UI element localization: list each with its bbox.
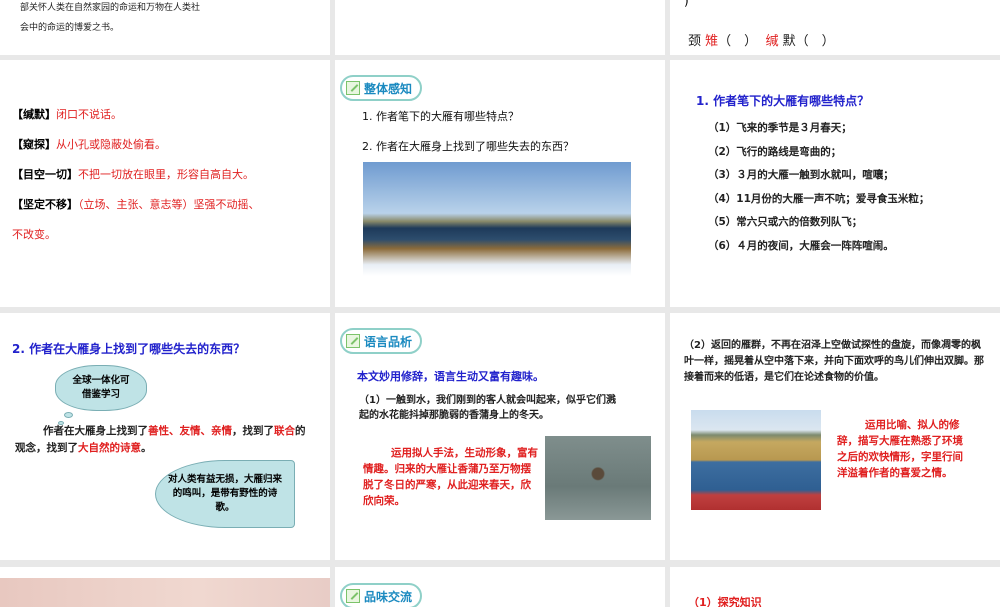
text: 。 xyxy=(141,442,152,454)
vocab-list: 【缄默】闭口不说话。 【窥探】从小孔或隐蔽处偷看。 【目空一切】不把一切放在眼里… xyxy=(12,100,322,250)
feature-list: （1）飞来的季节是３月春天； （2）飞行的路线是弯曲的； （3）３月的大雁一触到… xyxy=(708,117,929,258)
definition-cont: 不改变。 xyxy=(12,228,56,241)
char: 雉 xyxy=(705,34,719,49)
analysis-note: 运用拟人手法，生动形象，富有情趣。归来的大雁让香蒲乃至万物摆脱了冬日的严寒，从此… xyxy=(363,447,538,507)
blank: （ ） xyxy=(718,34,758,49)
char: 默 xyxy=(782,34,796,49)
blank: （ ） xyxy=(795,34,835,49)
section-badge: 语言品析 xyxy=(340,328,423,354)
text-line: 会中的命运的博爱之书。 xyxy=(20,23,120,33)
geese-lake-image xyxy=(691,410,821,510)
word-exercise: 颈 雉（ ） 缄 默（ ） xyxy=(688,30,835,49)
slide-title: 1. 作者笔下的大雁有哪些特点？ xyxy=(696,94,870,108)
paren-text: ) xyxy=(684,0,689,8)
geese-flying-image xyxy=(363,162,631,276)
badge-label: 品味交流 xyxy=(364,589,413,604)
slide-thumbnail[interactable]: 品味交流 xyxy=(335,567,665,607)
definition: 闭口不说话。 xyxy=(56,108,122,121)
section-badge: 品味交流 xyxy=(340,583,423,607)
quote-text: （2）返回的雁群，不再在沼泽上空做试探性的盘旋，而像凋零的枫叶一样，摇晃着从空中… xyxy=(684,340,984,383)
definition: 从小孔或隐蔽处偷看。 xyxy=(56,138,166,151)
section-badge: 整体感知 xyxy=(340,75,423,101)
slide-title: 2. 作者在大雁身上找到了哪些失去的东西？ xyxy=(12,342,246,356)
highlight: 善性、友情、亲情 xyxy=(148,425,232,437)
intro-text: 本文妙用修辞，语言生动又富有趣味。 xyxy=(357,370,544,383)
slide-thumbnail[interactable]: 部关怀人类在自然家园的命运和万物在人类社 会中的命运的博爱之书。 xyxy=(0,0,330,55)
highlight: 联合 xyxy=(274,425,295,437)
term: 【窥探】 xyxy=(12,138,56,151)
slide-thumbnail[interactable]: 1. 作者笔下的大雁有哪些特点？ （1）飞来的季节是３月春天； （2）飞行的路线… xyxy=(670,60,1000,307)
definition: 不把一切放在眼里，形容自高自大。 xyxy=(78,168,254,181)
answer-paragraph: 作者在大雁身上找到了善性、友情、亲情，找到了联合的观念，找到了大自然的诗意。 xyxy=(15,423,315,457)
text: 作者在大雁身上找到了 xyxy=(43,425,148,437)
cloud-dot xyxy=(64,412,73,418)
vocab-item: 【窥探】从小孔或隐蔽处偷看。 xyxy=(12,130,322,160)
slide-thumbnail[interactable]: 整体感知 1. 作者笔下的大雁有哪些特点？ 2. 作者在大雁身上找到了哪些失去的… xyxy=(335,60,665,307)
edit-icon xyxy=(346,81,360,95)
list-item: （5）常六只或六的倍数列队飞； xyxy=(708,216,863,228)
slide-thumbnail[interactable] xyxy=(335,0,665,55)
quote-text: （1）一触到水，我们刚到的客人就会叫起来，似乎它们溅起的水花能抖掉那脆弱的香蒲身… xyxy=(359,395,616,421)
vocab-item: 【坚定不移】（立场、主张、意志等）坚强不动摇、 xyxy=(12,190,322,220)
slide-thumbnail[interactable]: ) 颈 雉（ ） 缄 默（ ） xyxy=(670,0,1000,55)
vocab-item: 【目空一切】不把一切放在眼里，形容自高自大。 xyxy=(12,160,322,190)
badge-label: 整体感知 xyxy=(364,81,413,96)
text: ，找到了 xyxy=(232,425,274,437)
term: 【目空一切】 xyxy=(12,168,78,181)
badge-label: 语言品析 xyxy=(364,334,413,349)
analysis-note: 运用比喻、拟人的修辞，描写大雁在熟悉了环境之后的欢快情形，字里行间洋溢着作者的喜… xyxy=(837,419,963,479)
goose-landing-image xyxy=(545,436,651,520)
char: 颈 xyxy=(688,34,702,49)
list-item: （6）４月的夜间，大雁会一阵阵喧闹。 xyxy=(708,239,894,252)
speech-bubble: 对人类有益无损，大雁归来的鸣叫，是带有野性的诗歌。 xyxy=(155,460,295,528)
list-item: （1）飞来的季节是３月春天； xyxy=(708,122,852,134)
highlight: 大自然的诗意 xyxy=(78,442,141,454)
slide-thumbnail[interactable]: （2）返回的雁群，不再在沼泽上空做试探性的盘旋，而像凋零的枫叶一样，摇晃着从空中… xyxy=(670,313,1000,560)
edit-icon xyxy=(346,589,360,603)
list-item: （2）飞行的路线是弯曲的； xyxy=(708,145,842,158)
vocab-item: 【缄默】闭口不说话。 xyxy=(12,100,322,130)
question-2: 2. 作者在大雁身上找到了哪些失去的东西？ xyxy=(362,140,574,153)
slide-text: 部关怀人类在自然家园的命运和万物在人类社 会中的命运的博爱之书。 xyxy=(20,0,200,38)
definition: （立场、主张、意志等）坚强不动摇、 xyxy=(78,198,260,211)
term: 【缄默】 xyxy=(12,108,56,121)
slide-background-image xyxy=(0,578,330,607)
slide-thumbnail[interactable] xyxy=(0,567,330,607)
list-item: （3）３月的大雁一触到水就叫，喧嚷； xyxy=(708,169,894,181)
slide-thumbnail[interactable]: （1）探究知识 xyxy=(670,567,1000,607)
question-1: 1. 作者笔下的大雁有哪些特点？ xyxy=(362,110,519,123)
text-line: 部关怀人类在自然家园的命运和万物在人类社 xyxy=(20,3,201,13)
char: 缄 xyxy=(765,34,779,49)
term: 【坚定不移】 xyxy=(12,198,78,211)
list-item: （4）11月份的大雁一声不吭；爱寻食玉米粒； xyxy=(708,192,930,205)
slide-thumbnail[interactable]: 语言品析 本文妙用修辞，语言生动又富有趣味。 （1）一触到水，我们刚到的客人就会… xyxy=(335,313,665,560)
slide-heading: （1）探究知识 xyxy=(688,596,762,607)
slide-thumbnail[interactable]: 2. 作者在大雁身上找到了哪些失去的东西？ 全球一体化可借鉴学习 作者在大雁身上… xyxy=(0,313,330,560)
slide-thumbnail[interactable]: 【缄默】闭口不说话。 【窥探】从小孔或隐蔽处偷看。 【目空一切】不把一切放在眼里… xyxy=(0,60,330,307)
edit-icon xyxy=(346,334,360,348)
thought-cloud: 全球一体化可借鉴学习 xyxy=(55,365,147,411)
